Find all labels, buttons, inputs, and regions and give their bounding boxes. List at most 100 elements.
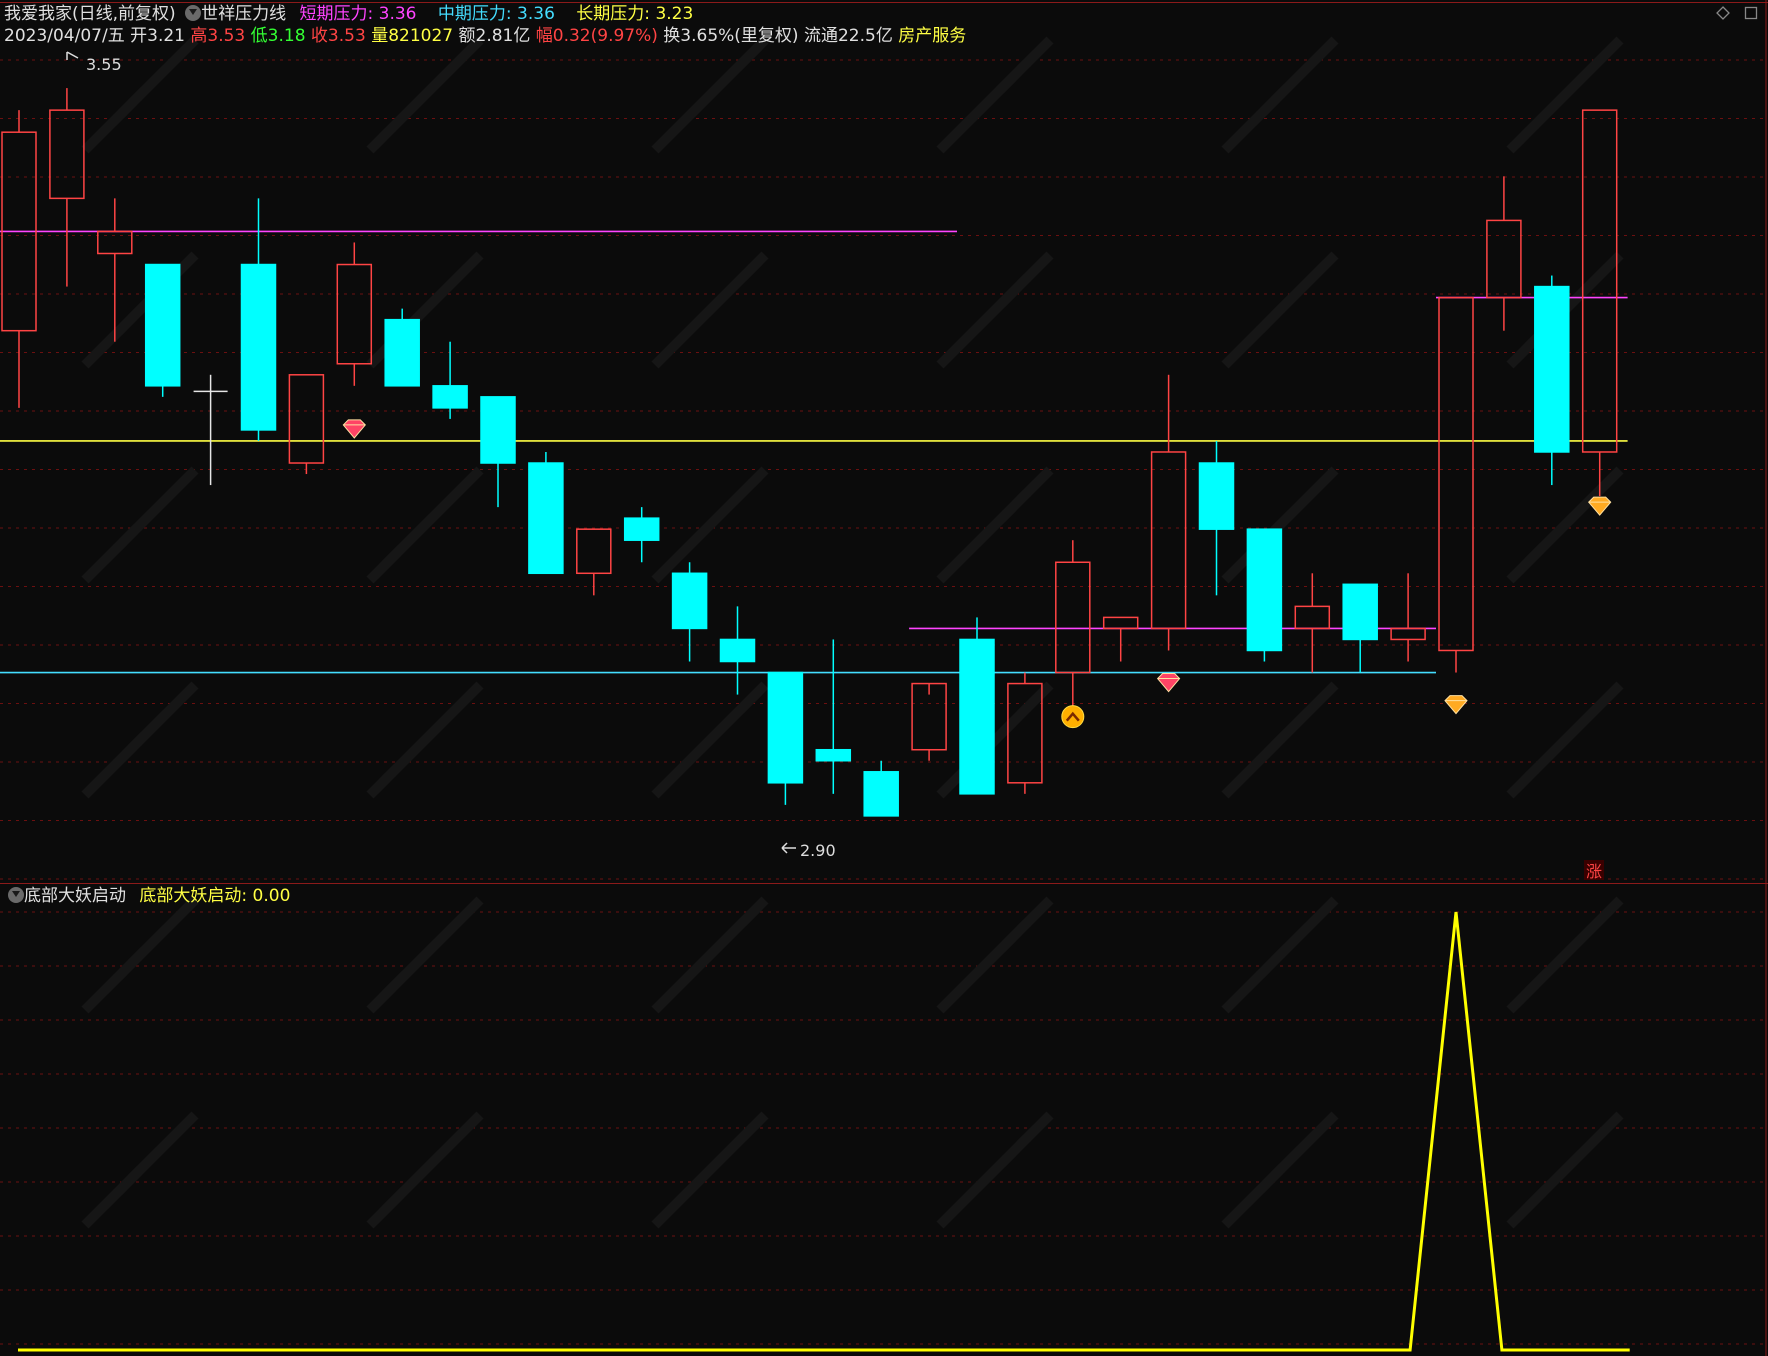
volume-label: 量: [371, 26, 389, 46]
quote-date: 2023/04/07/五: [4, 26, 125, 46]
min-price-label: 2.90: [800, 841, 836, 860]
diamond-signal-icon: [342, 419, 366, 439]
watermark-stripe: [81, 896, 199, 1014]
watermark-stripe: [1506, 1111, 1624, 1229]
watermark-stripe: [651, 896, 769, 1014]
long-pressure-value: 3.23: [655, 4, 694, 24]
restore-window-icon[interactable]: [1744, 6, 1758, 20]
watermark-stripe: [1506, 466, 1624, 584]
candle-body: [1246, 528, 1283, 652]
candle-body: [815, 748, 852, 762]
watermark-stripe: [1221, 1111, 1339, 1229]
amount-value: 2.81亿: [475, 26, 531, 46]
candle-body: [1438, 296, 1474, 652]
watermark-stripe: [366, 1111, 484, 1229]
candle-body: [959, 638, 995, 795]
bottom-signal-line: [18, 911, 1630, 1352]
volume-value: 821027: [388, 26, 454, 46]
watermark-stripe: [651, 36, 769, 154]
high-value: 3.53: [207, 26, 246, 46]
watermark-stripe: [1221, 896, 1339, 1014]
candle-body: [671, 572, 708, 630]
watermark-stripe: [1221, 681, 1339, 799]
watermark: [81, 36, 1624, 1229]
sector-label[interactable]: 房产服务: [898, 26, 966, 46]
turnover-value: 换3.65%(里复权): [663, 26, 799, 46]
long-pressure-label: 长期压力:: [576, 4, 651, 24]
candle-body: [623, 517, 660, 541]
watermark-stripe: [651, 251, 769, 369]
panel-divider: [0, 883, 1768, 884]
watermark-stripe: [81, 466, 199, 584]
candle-body: [1150, 451, 1187, 630]
candle-body: [144, 263, 181, 387]
watermark-stripe: [81, 1111, 199, 1229]
diamond-signal-icon: [1444, 695, 1468, 715]
float-label: 流通: [803, 26, 838, 46]
candle-body: [1390, 627, 1426, 641]
short-pressure-value: 3.36: [378, 4, 417, 24]
amount-label: 额: [458, 26, 476, 46]
candle-body: [97, 230, 133, 255]
close-label: 收: [310, 26, 328, 46]
diamond-signal-icon: [1588, 496, 1612, 516]
watermark-stripe: [936, 1111, 1054, 1229]
max-price-label: 3.55: [86, 55, 122, 74]
watermark-stripe: [936, 36, 1054, 154]
header-row: 我爱我家(日线,前复权) 世祥压力线 短期压力: 3.36 中期压力: 3.36…: [4, 3, 693, 25]
mid-pressure-label: 中期压力:: [437, 4, 512, 24]
sub-panel-header: 底部大妖启动 底部大妖启动: 0.00: [4, 885, 290, 907]
change-value: 0.32(9.97%): [552, 26, 658, 46]
grid-lines: [0, 0, 1768, 1356]
candle-body: [767, 671, 804, 784]
short-pressure-label: 短期压力:: [299, 4, 374, 24]
watermark-stripe: [651, 466, 769, 584]
watermark-stripe: [81, 681, 199, 799]
candle-body: [1486, 219, 1522, 299]
limit-up-badge: 涨: [1586, 862, 1602, 881]
candle-body: [1102, 616, 1139, 630]
candle-body: [1055, 561, 1091, 674]
diamond-icon[interactable]: [1716, 6, 1730, 20]
quote-row: 2023/04/07/五 开3.21 高3.53 低3.18 收3.53 量82…: [4, 25, 966, 47]
watermark-stripe: [1506, 36, 1624, 154]
indicator-dropdown-icon[interactable]: [185, 5, 202, 21]
watermark-stripe: [1221, 36, 1339, 154]
candle-body: [1534, 285, 1570, 453]
open-label: 开: [130, 26, 148, 46]
watermark-stripe: [366, 896, 484, 1014]
candle-body: [240, 263, 277, 431]
low-label: 低: [250, 26, 268, 46]
candle-body: [1342, 583, 1378, 641]
max-arrow-icon: [66, 51, 79, 60]
candle-body: [719, 638, 756, 663]
sub-indicator-line: [18, 911, 1630, 1352]
indicator-name[interactable]: 世祥压力线: [201, 4, 286, 24]
watermark-stripe: [936, 681, 1054, 799]
watermark-stripe: [366, 681, 484, 799]
candle-body: [1294, 605, 1331, 630]
open-value: 3.21: [147, 26, 185, 46]
candle-body: [863, 771, 899, 817]
sub-series-value: 0.00: [252, 886, 291, 906]
price-chart[interactable]: 3.55 2.90 涨: [0, 0, 1768, 1356]
candle-body: [288, 374, 325, 464]
close-value: 3.53: [327, 26, 366, 46]
watermark-stripe: [1506, 681, 1624, 799]
diamond-signal-icon: [1156, 673, 1181, 693]
sub-indicator-name[interactable]: 底部大妖启动: [24, 886, 126, 906]
candle-body: [432, 385, 468, 409]
watermark-stripe: [366, 466, 484, 584]
candles: [1, 88, 1618, 817]
float-value: 22.5亿: [837, 26, 893, 46]
watermark-stripe: [936, 896, 1054, 1014]
candle-body: [49, 109, 85, 200]
low-value: 3.18: [267, 26, 306, 46]
candle-body: [528, 462, 564, 575]
period-label[interactable]: (日线,前复权): [72, 4, 176, 24]
watermark-stripe: [936, 466, 1054, 584]
sub-indicator-dropdown-icon[interactable]: [8, 887, 24, 903]
stock-name[interactable]: 我爱我家: [4, 4, 72, 24]
candle-body: [336, 263, 373, 365]
watermark-stripe: [651, 681, 769, 799]
